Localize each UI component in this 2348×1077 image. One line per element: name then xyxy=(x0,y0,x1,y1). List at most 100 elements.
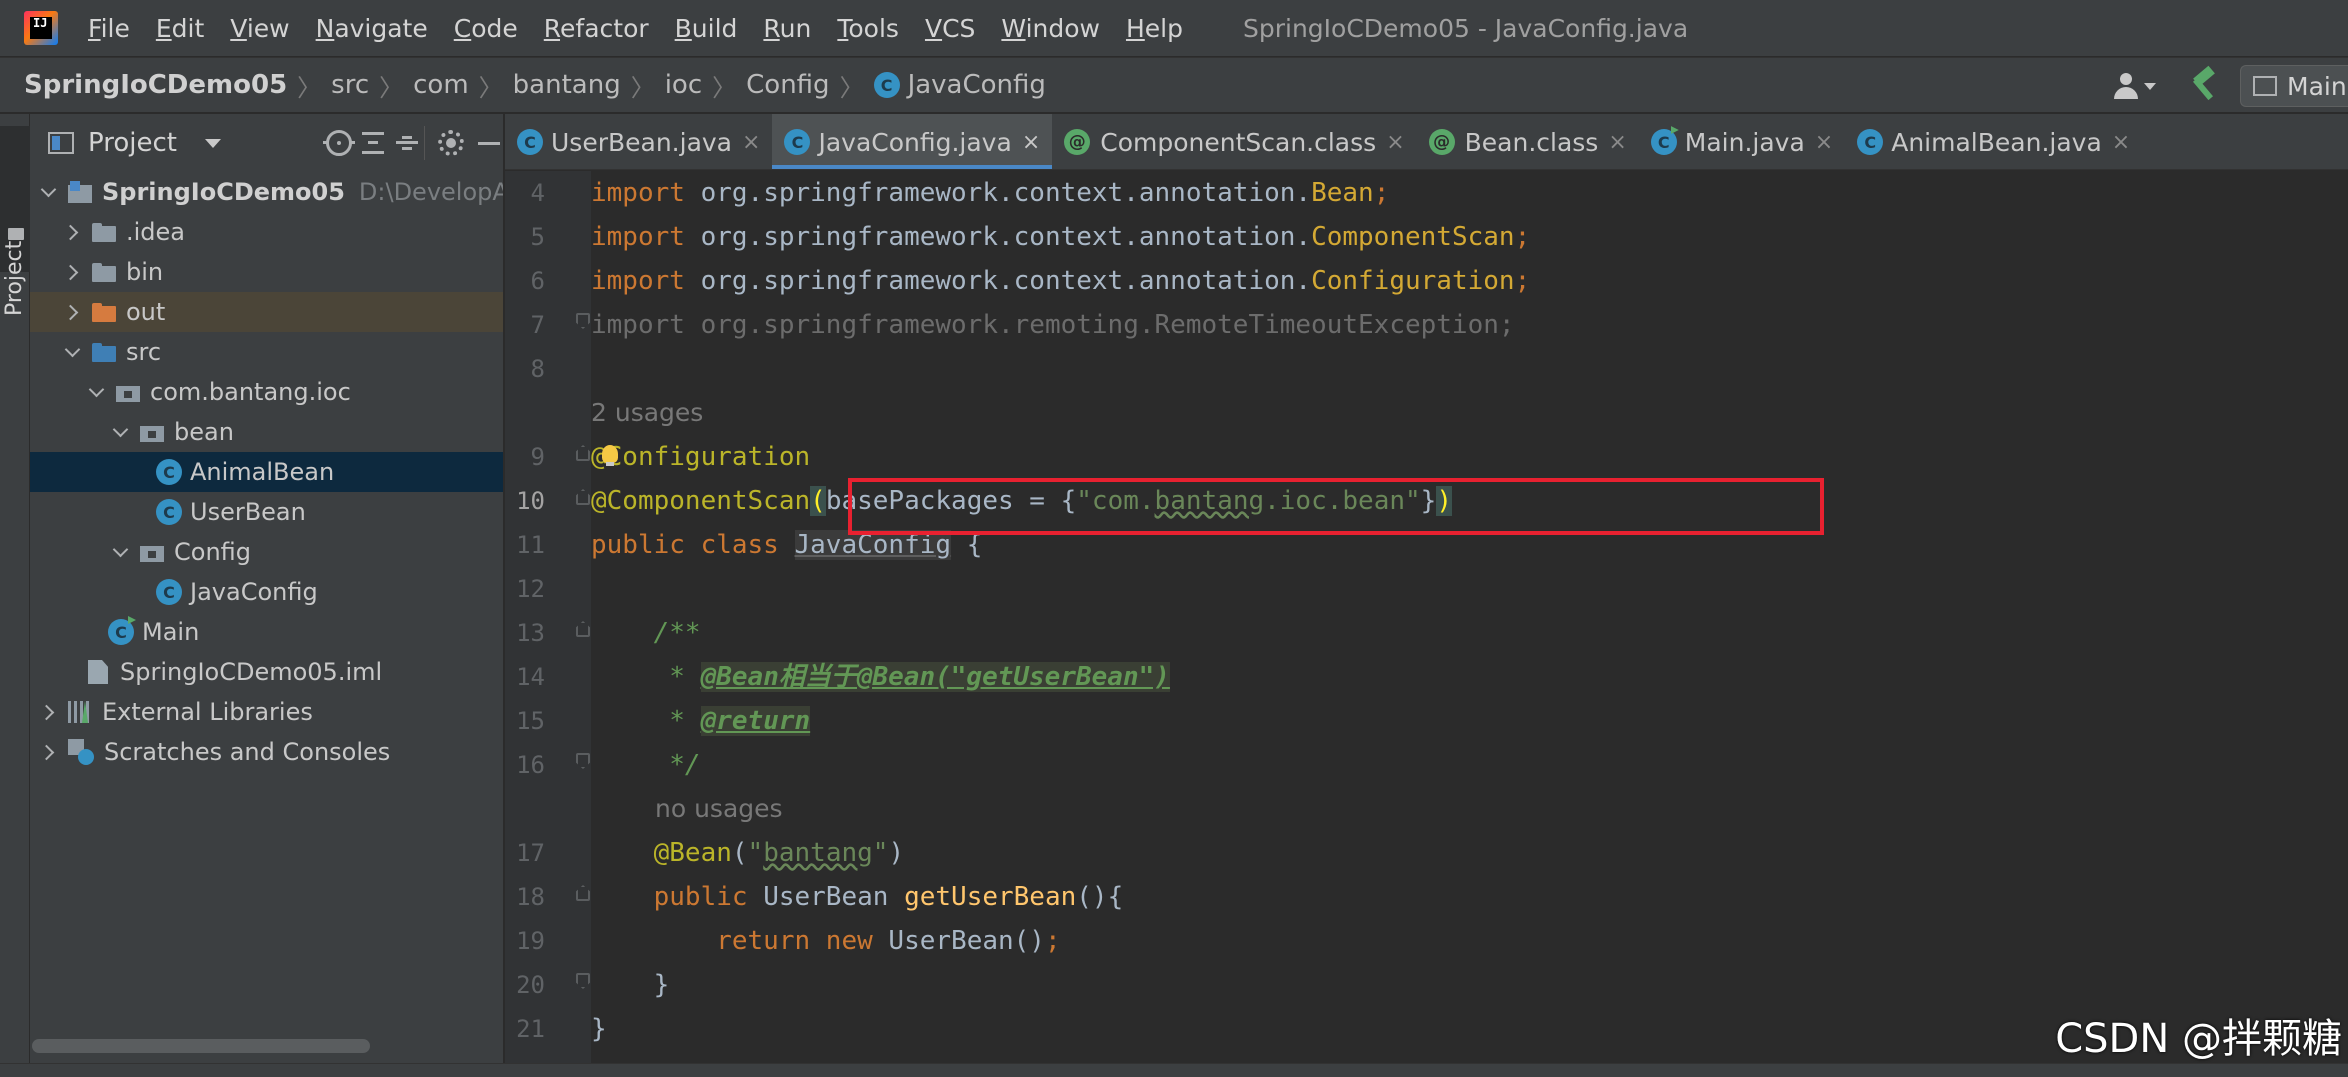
breadcrumb-com[interactable]: com xyxy=(413,70,469,100)
collapse-all-icon[interactable] xyxy=(394,130,420,156)
close-icon[interactable]: × xyxy=(1815,130,1833,155)
class-icon: C xyxy=(1857,129,1884,155)
line-number: 11 xyxy=(516,531,545,559)
class-icon: C xyxy=(873,72,900,98)
close-icon[interactable]: × xyxy=(1386,130,1404,155)
tree-item-src[interactable]: src xyxy=(30,332,503,372)
tab-javaconfig-java[interactable]: C JavaConfig.java × xyxy=(772,114,1053,169)
chevron-down-icon[interactable] xyxy=(110,542,130,562)
project-view-selector[interactable]: Project xyxy=(88,128,177,158)
tool-window-project-button[interactable]: Project xyxy=(0,126,30,316)
hammer-build-icon[interactable] xyxy=(2186,65,2220,103)
tab-componentscan-class[interactable]: @ ComponentScan.class × xyxy=(1052,114,1416,169)
toolbar-right: Main xyxy=(2112,58,2348,114)
left-tool-strip: Project xyxy=(0,114,30,1077)
chevron-down-icon[interactable] xyxy=(110,422,130,442)
horizontal-scrollbar[interactable] xyxy=(32,1039,370,1053)
breadcrumb-separator: 〉 xyxy=(839,73,864,102)
package-icon xyxy=(140,423,164,442)
tree-item-external-libraries[interactable]: External Libraries xyxy=(30,692,503,732)
tree-item-javaconfig[interactable]: C JavaConfig xyxy=(30,572,503,612)
breadcrumb-src[interactable]: src xyxy=(331,70,369,100)
chevron-down-icon[interactable] xyxy=(86,382,106,402)
chevron-down-icon[interactable] xyxy=(38,182,58,202)
menu-tools[interactable]: Tools xyxy=(837,14,899,43)
close-icon[interactable]: × xyxy=(1022,130,1040,155)
breadcrumb-config[interactable]: Config xyxy=(746,70,829,100)
code-line-7-unused-import: import org.springframework.remoting.Remo… xyxy=(591,310,1515,340)
code-line-6: import org.springframework.context.annot… xyxy=(591,266,1531,296)
tree-item-project-root[interactable]: SpringIoCDemo05 D:\DevelopApplication\Ja… xyxy=(30,172,503,212)
lightbulb-icon[interactable] xyxy=(602,445,618,466)
breadcrumb-project[interactable]: SpringIoCDemo05 xyxy=(24,70,287,100)
menu-help[interactable]: Help xyxy=(1126,14,1183,43)
close-icon[interactable]: × xyxy=(2112,130,2130,155)
main-class-icon: C xyxy=(108,619,134,645)
tree-item-scratches[interactable]: Scratches and Consoles xyxy=(30,732,503,772)
tab-bean-class[interactable]: @ Bean.class × xyxy=(1417,114,1639,169)
tree-item-package-com-bantang-ioc[interactable]: com.bantang.ioc xyxy=(30,372,503,412)
class-icon: C xyxy=(156,499,182,525)
menu-window[interactable]: Window xyxy=(1001,14,1100,43)
chevron-down-icon[interactable] xyxy=(62,342,82,362)
tree-item-package-config[interactable]: Config xyxy=(30,532,503,572)
gear-icon[interactable] xyxy=(438,130,464,156)
breadcrumb-ioc[interactable]: ioc xyxy=(665,70,702,100)
project-tool-window: Project SpringIoCDemo05 D:\DevelopApplic… xyxy=(30,114,504,1077)
menu-run[interactable]: Run xyxy=(763,14,811,43)
folder-icon xyxy=(8,228,24,240)
chevron-right-icon[interactable] xyxy=(38,742,58,762)
excluded-folder-icon xyxy=(92,302,116,322)
source-folder-icon xyxy=(92,342,116,362)
menu-edit[interactable]: Edit xyxy=(156,14,204,43)
tree-item-bin[interactable]: bin xyxy=(30,252,503,292)
intellij-logo-icon[interactable]: IJ xyxy=(24,11,58,45)
menu-refactor[interactable]: Refactor xyxy=(544,14,649,43)
tree-item-idea[interactable]: .idea xyxy=(30,212,503,252)
usages-hint[interactable]: 2 usages xyxy=(591,391,703,435)
breadcrumb-bantang[interactable]: bantang xyxy=(513,70,621,100)
tree-item-main[interactable]: C Main xyxy=(30,612,503,652)
menu-vcs[interactable]: VCS xyxy=(925,14,975,43)
line-number: 21 xyxy=(516,1015,545,1043)
locate-file-icon[interactable] xyxy=(323,130,355,156)
menu-view[interactable]: View xyxy=(230,14,289,43)
code-line-9: @Configuration xyxy=(591,442,811,472)
code-line-5: import org.springframework.context.annot… xyxy=(591,222,1531,252)
chevron-down-icon[interactable] xyxy=(204,138,221,148)
expand-all-icon[interactable] xyxy=(360,130,386,156)
tool-window-project-label: Project xyxy=(2,240,27,316)
main-class-icon: C xyxy=(1650,129,1677,155)
chevron-right-icon[interactable] xyxy=(62,262,82,282)
menu-navigate[interactable]: Navigate xyxy=(316,14,428,43)
menu-code[interactable]: Code xyxy=(454,14,518,43)
tree-item-iml-file[interactable]: SpringIoCDemo05.iml xyxy=(30,652,503,692)
code-line-20: } xyxy=(591,970,670,1000)
tab-main-java[interactable]: C Main.java × xyxy=(1639,114,1845,169)
menu-bar: IJ File Edit View Navigate Code Refactor… xyxy=(0,0,2348,56)
user-account-icon[interactable] xyxy=(2112,71,2156,101)
code-line-17: @Bean("bantang") xyxy=(591,838,905,868)
run-configuration-selector[interactable]: Main xyxy=(2240,65,2348,107)
chevron-right-icon[interactable] xyxy=(38,702,58,722)
close-icon[interactable]: × xyxy=(1608,130,1626,155)
breadcrumb-javaconfig[interactable]: C JavaConfig xyxy=(873,70,1046,100)
tree-item-out[interactable]: out xyxy=(30,292,503,332)
usages-hint[interactable]: no usages xyxy=(655,787,783,831)
chevron-right-icon[interactable] xyxy=(62,222,82,242)
tab-animalbean-java[interactable]: C AnimalBean.java × xyxy=(1845,114,2142,169)
minimize-icon[interactable] xyxy=(478,130,503,156)
code-editor[interactable]: import org.springframework.context.annot… xyxy=(591,171,2348,1063)
close-icon[interactable]: × xyxy=(742,130,760,155)
tab-userbean-java[interactable]: C UserBean.java × xyxy=(505,114,772,169)
logo-text: IJ xyxy=(33,16,48,30)
tree-item-package-bean[interactable]: bean xyxy=(30,412,503,452)
chevron-right-icon[interactable] xyxy=(62,302,82,322)
breadcrumb-separator: 〉 xyxy=(297,73,322,102)
tree-item-animalbean[interactable]: C AnimalBean xyxy=(30,452,503,492)
tree-item-userbean[interactable]: C UserBean xyxy=(30,492,503,532)
menu-file[interactable]: File xyxy=(88,14,130,43)
menu-build[interactable]: Build xyxy=(675,14,738,43)
annotation-icon: @ xyxy=(1064,129,1091,155)
class-icon: C xyxy=(156,459,182,485)
